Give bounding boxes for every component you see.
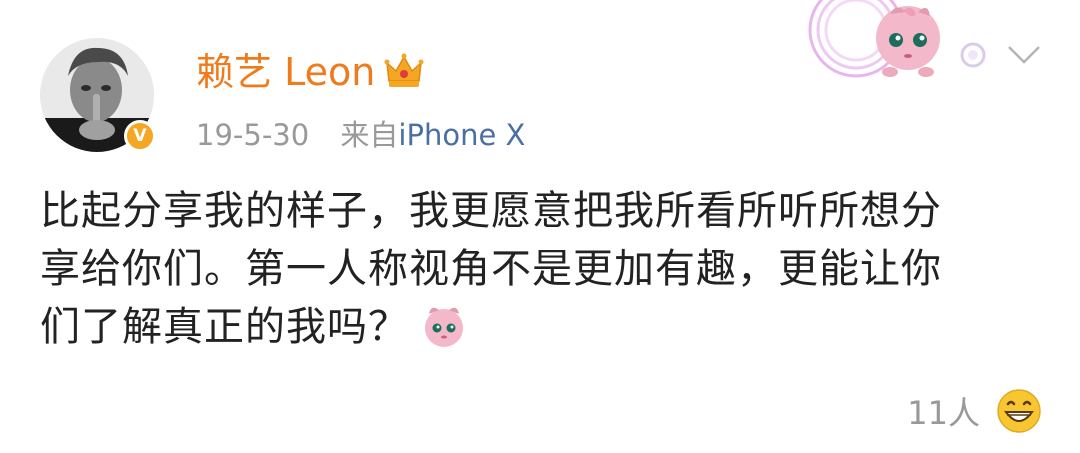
source-prefix: 来自	[340, 118, 399, 152]
device-link[interactable]: iPhone X	[398, 118, 525, 152]
content-line-text: 们了解真正的我吗？	[40, 304, 409, 350]
jigglypuff-sticker	[806, 0, 958, 92]
post-content: 比起分享我的样子，我更愿意把我所看所听所想分 享给你们。第一人称视角不是更加有趣…	[40, 182, 1050, 356]
reaction-count: 11人	[907, 394, 980, 432]
verified-badge: V	[124, 120, 156, 152]
username[interactable]: 赖艺 Leon	[196, 53, 375, 91]
jigglypuff-emoji	[425, 307, 463, 347]
grinning-face-icon	[997, 389, 1041, 433]
post-date: 19-5-30	[196, 118, 310, 152]
page-dot-icon	[960, 42, 986, 68]
chevron-down-icon[interactable]	[1006, 42, 1042, 68]
content-line: 比起分享我的样子，我更愿意把我所看所听所想分	[40, 188, 942, 234]
weibo-post: V 赖艺 Leon 19-5-30 来自iPhone X 比起分享我的样子，我更…	[0, 0, 1080, 453]
content-line: 们了解真正的我吗？	[40, 298, 1050, 356]
post-meta: 19-5-30 来自iPhone X	[196, 112, 525, 154]
username-row: 赖艺 Leon	[196, 44, 425, 100]
reaction-bar[interactable]: 11人	[907, 388, 1042, 434]
content-line: 享给你们。第一人称视角不是更加有趣，更能让你	[40, 246, 942, 292]
crown-icon	[384, 53, 424, 87]
